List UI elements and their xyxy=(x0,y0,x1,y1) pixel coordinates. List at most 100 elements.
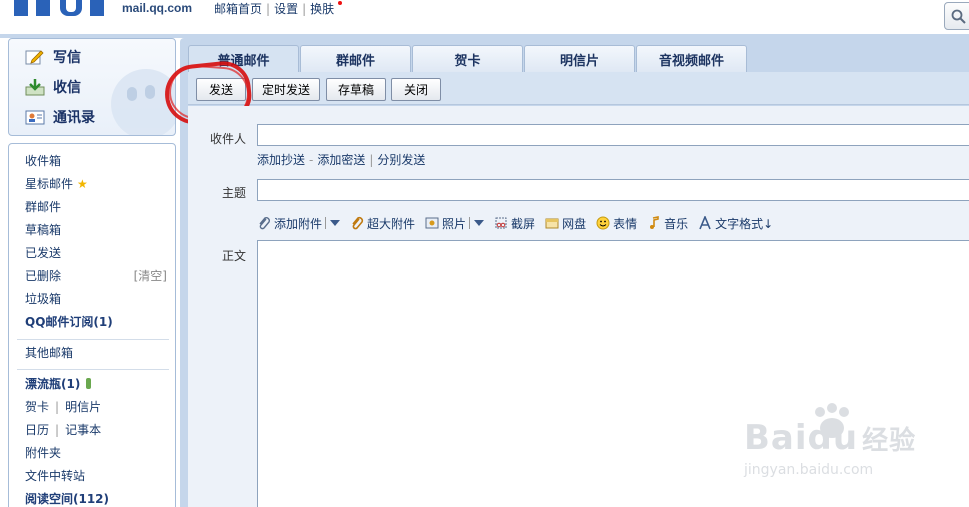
subject-input[interactable] xyxy=(257,179,969,201)
screenshot-label: 截屏 xyxy=(511,216,536,231)
close-button[interactable]: 关闭 xyxy=(391,78,441,101)
bottle-icon xyxy=(86,378,92,389)
folder-attachments[interactable]: 附件夹 xyxy=(25,443,61,463)
smiley-icon xyxy=(596,216,610,230)
photo-icon xyxy=(425,216,439,230)
scissors-screenshot-icon xyxy=(494,216,508,230)
music-tool[interactable]: 音乐 xyxy=(647,215,688,232)
search-icon xyxy=(951,9,966,24)
calendar-link[interactable]: 日历 xyxy=(25,423,49,437)
folder-sent[interactable]: 已发送 xyxy=(25,243,61,263)
folder-other-mailbox[interactable]: 其他邮箱 xyxy=(25,343,73,363)
top-nav: 邮箱首页 | 设置 | 换肤 xyxy=(212,0,344,17)
folder-list: 收件箱 星标邮件 ★ 群邮件 草稿箱 已发送 已删除 [清空] 垃圾箱 QQ邮件订… xyxy=(8,143,176,507)
contacts-label: 通讯录 xyxy=(53,110,95,126)
separator: | xyxy=(55,400,60,414)
dropdown-arrow-icon[interactable] xyxy=(330,220,341,226)
netdisk-label: 网盘 xyxy=(562,216,587,231)
receive-label: 收信 xyxy=(53,80,81,96)
add-bcc-link[interactable]: 添加密送 xyxy=(317,153,365,167)
clear-deleted-link[interactable]: [清空] xyxy=(134,266,167,286)
folder-deleted[interactable]: 已删除 [清空] xyxy=(25,266,175,286)
folder-starred[interactable]: 星标邮件 ★ xyxy=(25,174,88,194)
text-format-icon xyxy=(698,214,712,230)
add-attachment-label: 添加附件 xyxy=(274,216,323,231)
music-label: 音乐 xyxy=(664,216,689,231)
send-separately-link[interactable]: 分别发送 xyxy=(377,153,425,167)
header: mail.qq.com 邮箱首页 | 设置 | 换肤 xyxy=(0,0,969,34)
nav-separator: | xyxy=(266,2,271,16)
large-paperclip-icon xyxy=(350,216,364,230)
quick-actions-panel: 写信 收信 通讯录 xyxy=(8,38,176,136)
cc-links: 添加抄送 - 添加密送 | 分别发送 xyxy=(257,151,425,168)
netdisk-tool[interactable]: 网盘 xyxy=(545,215,586,232)
text-format-label: 文字格式↓ xyxy=(715,216,774,231)
new-dot-icon xyxy=(338,1,343,5)
add-attachment-tool[interactable]: 添加附件 xyxy=(257,215,341,232)
watermark-brand: Baidu 经验 xyxy=(744,418,917,458)
receive-link[interactable]: 收信 xyxy=(25,75,81,99)
qq-mail-logo[interactable] xyxy=(8,0,116,16)
compose-link[interactable]: 写信 xyxy=(25,45,81,69)
greeting-postcard-row: 贺卡 | 明信片 xyxy=(25,397,101,417)
nav-settings[interactable]: 设置 xyxy=(274,2,298,16)
inbox-download-icon xyxy=(25,78,45,96)
postcard-link[interactable]: 明信片 xyxy=(65,400,101,414)
paperclip-icon xyxy=(257,216,271,230)
search-button[interactable] xyxy=(944,2,969,30)
photo-tool[interactable]: 照片 xyxy=(425,215,485,232)
notebook-link[interactable]: 记事本 xyxy=(65,423,101,437)
save-draft-button[interactable]: 存草稿 xyxy=(326,78,386,101)
emoji-tool[interactable]: 表情 xyxy=(596,215,637,232)
folder-deleted-label: 已删除 xyxy=(25,269,62,283)
subject-label: 主题 xyxy=(221,186,246,200)
tab-group-mail[interactable]: 群邮件 xyxy=(300,45,411,72)
folder-starred-label: 星标邮件 xyxy=(25,177,74,191)
folder-group[interactable]: 群邮件 xyxy=(25,197,61,217)
separator xyxy=(325,217,327,229)
photo-label: 照片 xyxy=(442,216,467,231)
nav-separator: | xyxy=(302,2,307,16)
tab-postcard[interactable]: 明信片 xyxy=(524,45,635,72)
music-note-icon xyxy=(647,216,661,230)
folder-subscription[interactable]: QQ邮件订阅(1) xyxy=(25,312,113,332)
divider xyxy=(17,369,169,370)
scheduled-send-button[interactable]: 定时发送 xyxy=(252,78,320,101)
emoji-label: 表情 xyxy=(613,216,638,231)
dropdown-arrow-icon[interactable] xyxy=(474,220,485,226)
logo-domain: mail.qq.com xyxy=(122,1,193,15)
folder-reading-space[interactable]: 阅读空间(112) xyxy=(25,489,109,507)
tab-video-mail[interactable]: 音视频邮件 xyxy=(636,45,747,72)
separator xyxy=(469,217,471,229)
large-attachment-tool[interactable]: 超大附件 xyxy=(350,215,415,232)
screenshot-tool[interactable]: 截屏 xyxy=(494,215,535,232)
recipient-label: 收件人 xyxy=(209,132,246,146)
add-cc-link[interactable]: 添加抄送 xyxy=(257,153,305,167)
nav-change-skin[interactable]: 换肤 xyxy=(310,2,334,16)
tab-greeting-card[interactable]: 贺卡 xyxy=(412,45,523,72)
folder-drafts[interactable]: 草稿箱 xyxy=(25,220,61,240)
folder-file-transfer[interactable]: 文件中转站 xyxy=(25,466,85,486)
greeting-card-link[interactable]: 贺卡 xyxy=(25,400,49,414)
contacts-card-icon xyxy=(25,108,45,126)
attachment-toolbar: 添加附件 超大附件 照片 截屏 网盘 表情 音乐 文字格式↓ xyxy=(257,214,783,232)
netdisk-icon xyxy=(545,216,559,230)
folder-spam[interactable]: 垃圾箱 xyxy=(25,289,61,309)
text-format-tool[interactable]: 文字格式↓ xyxy=(698,214,774,232)
folder-drift-bottle[interactable]: 漂流瓶(1) xyxy=(25,374,92,394)
large-attachment-label: 超大附件 xyxy=(367,216,416,231)
separator: | xyxy=(369,153,374,167)
drift-bottle-label: 漂流瓶(1) xyxy=(25,377,81,391)
divider xyxy=(17,339,169,340)
body-label: 正文 xyxy=(221,249,246,263)
separator: | xyxy=(55,423,60,437)
recipient-input[interactable] xyxy=(257,124,969,146)
star-icon: ★ xyxy=(77,177,88,191)
pencil-icon xyxy=(25,48,45,66)
calendar-notebook-row: 日历 | 记事本 xyxy=(25,420,101,440)
watermark-url: jingyan.baidu.com xyxy=(744,462,874,478)
folder-inbox[interactable]: 收件箱 xyxy=(25,151,61,171)
contacts-link[interactable]: 通讯录 xyxy=(25,105,95,129)
nav-mail-home[interactable]: 邮箱首页 xyxy=(214,2,262,16)
baidu-jingyan-watermark: Baidu 经验 jingyan.baidu.com xyxy=(744,400,934,490)
